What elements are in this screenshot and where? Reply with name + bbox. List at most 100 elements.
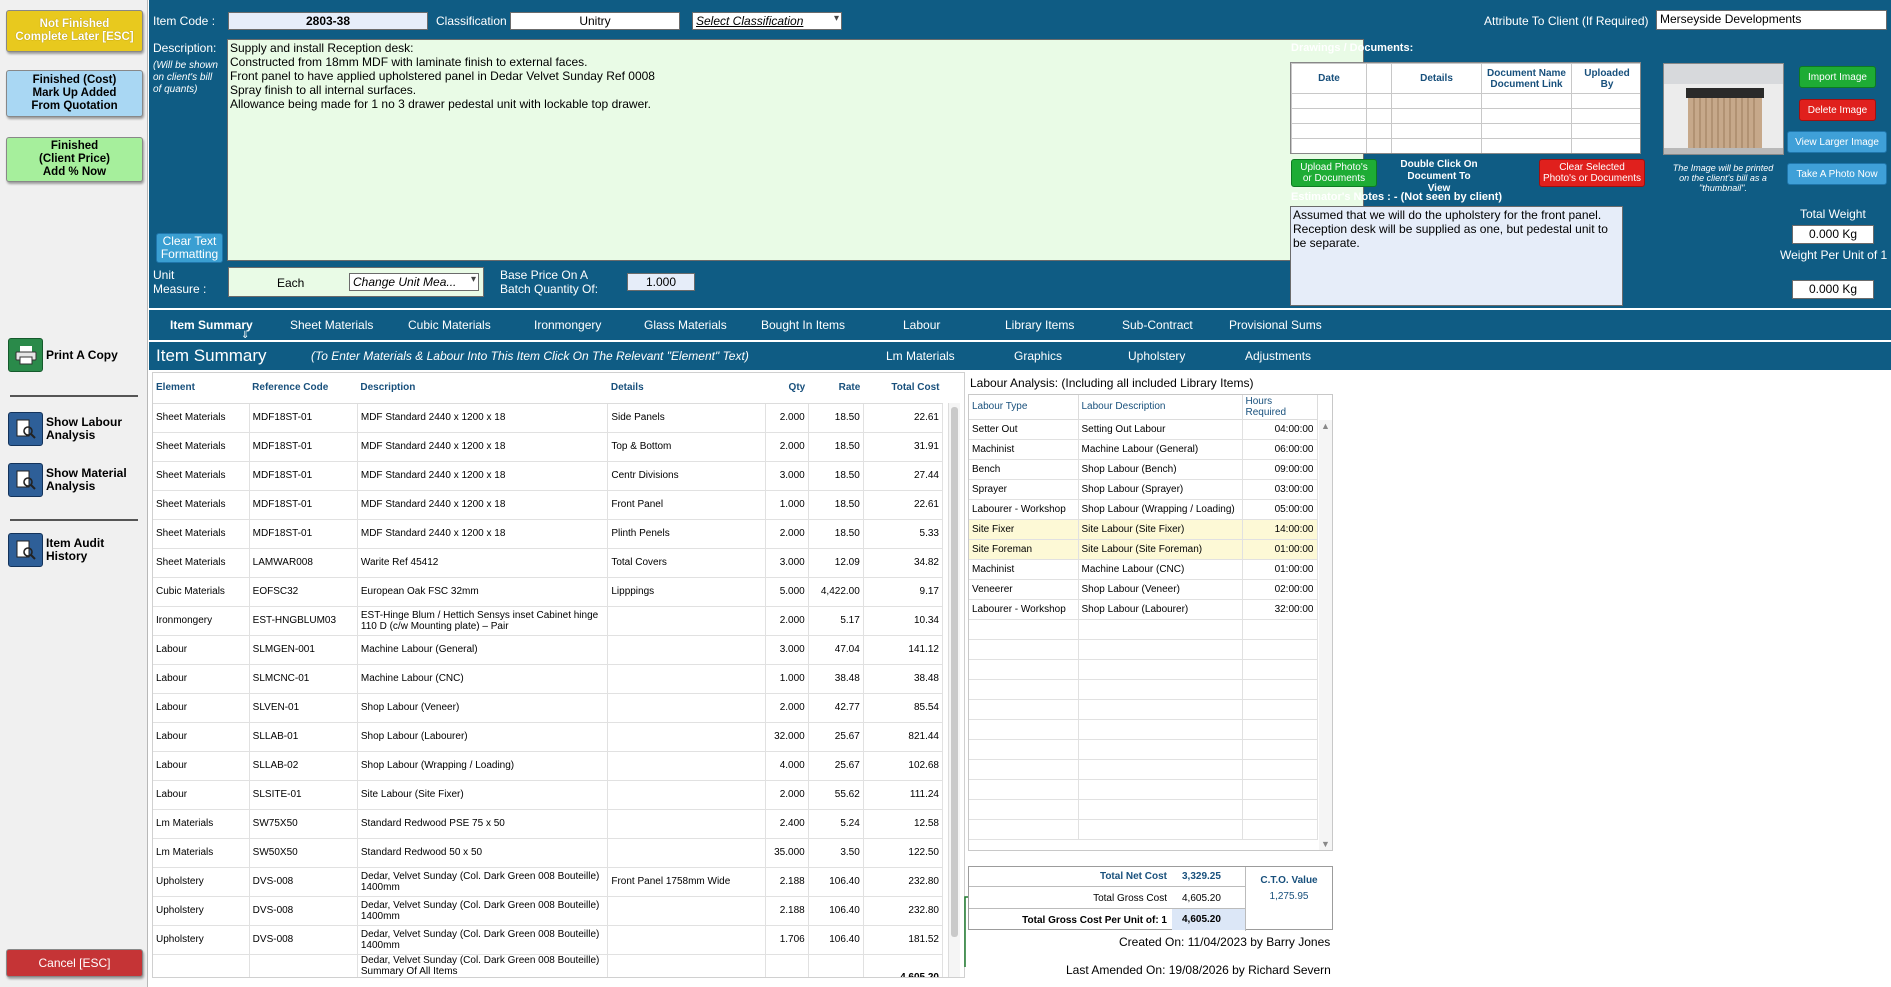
labour-row[interactable]: Veneerer Shop Labour (Veneer) 02:00:00 <box>969 579 1318 600</box>
scroll-up-icon[interactable]: ▲ <box>1321 421 1330 431</box>
summary-row[interactable]: Labour SLVEN-01 Shop Labour (Veneer) 2.000 4… <box>153 693 944 723</box>
cell-element[interactable]: Labour <box>153 693 250 723</box>
summary-row[interactable]: Sheet Materials MDF18ST-01 MDF Standard 24… <box>153 490 944 520</box>
cell-total-cost: 821.44 <box>863 722 944 752</box>
import-image-button[interactable]: Import Image <box>1799 66 1876 88</box>
cell-element[interactable]: Lm Materials <box>153 809 250 839</box>
labour-row[interactable]: Bench Shop Labour (Bench) 09:00:00 <box>969 459 1318 480</box>
labour-row[interactable]: Sprayer Shop Labour (Sprayer) 03:00:00 <box>969 479 1318 500</box>
tab-sheet-materials[interactable]: Sheet Materials <box>290 318 373 332</box>
change-unit-measure-dropdown[interactable]: Change Unit Mea... ▾ <box>349 273 479 291</box>
summary-row[interactable]: Upholstery DVS-008 Dedar, Velvet Sunday (C… <box>153 925 944 955</box>
summary-row[interactable]: Upholstery DVS-008 Dedar, Velvet Sunday (C… <box>153 867 944 897</box>
cell-element[interactable]: Lm Materials <box>153 838 250 868</box>
cell-element[interactable]: Sheet Materials <box>153 461 250 491</box>
print-copy-button[interactable]: Print A Copy <box>8 336 146 374</box>
attribute-to-client-field[interactable]: Merseyside Developments <box>1656 10 1887 30</box>
tab-provisional-sums[interactable]: Provisional Sums <box>1229 318 1322 332</box>
total-weight-field[interactable]: 0.000 Kg <box>1792 225 1874 244</box>
summary-row[interactable]: Labour SLMGEN-001 Machine Labour (General)… <box>153 635 944 665</box>
summary-row[interactable]: Sheet Materials MDF18ST-01 MDF Standard 24… <box>153 519 944 549</box>
cell-element[interactable]: Sheet Materials <box>153 432 250 462</box>
labour-scrollbar[interactable]: ▲ ▼ <box>1319 420 1332 850</box>
tab-lm-materials[interactable]: Lm Materials <box>886 349 955 363</box>
tab-labour[interactable]: Labour <box>903 318 940 332</box>
delete-image-button[interactable]: Delete Image <box>1799 99 1876 121</box>
cancel-button[interactable]: Cancel [ESC] <box>6 949 143 977</box>
summary-row-partial[interactable]: Dedar, Velvet Sunday (Col. Dark Green 00… <box>153 954 944 977</box>
summary-row[interactable]: Labour SLLAB-01 Shop Labour (Labourer) 32.0… <box>153 722 944 752</box>
estimator-notes-textarea[interactable]: Assumed that we will do the upholstery f… <box>1290 206 1623 306</box>
summary-scrollbar[interactable] <box>948 403 960 977</box>
summary-row[interactable]: Sheet Materials LAMWAR008 Warite Ref 45412… <box>153 548 944 578</box>
labour-row[interactable]: Labourer - Workshop Shop Labour (Labourer… <box>969 599 1318 620</box>
cell-reference-code: SLMGEN-001 <box>249 635 358 665</box>
scrollbar-thumb[interactable] <box>951 407 958 937</box>
summary-row[interactable]: Sheet Materials MDF18ST-01 MDF Standard 24… <box>153 403 944 433</box>
scroll-down-icon[interactable]: ▼ <box>1321 839 1330 849</box>
item-summary-table[interactable]: Element Reference Code Description Detai… <box>152 372 965 978</box>
view-larger-image-button[interactable]: View Larger Image <box>1787 131 1887 153</box>
finished-client-price-button[interactable]: Finished (Client Price) Add % Now <box>6 137 143 182</box>
weight-per-unit-field[interactable]: 0.000 Kg <box>1792 280 1874 299</box>
cell-element[interactable]: Labour <box>153 780 250 810</box>
cell-element[interactable]: Labour <box>153 751 250 781</box>
cell-element[interactable]: Labour <box>153 664 250 694</box>
select-classification-dropdown[interactable]: Select Classification ▾ <box>692 12 842 30</box>
labour-row[interactable]: Machinist Machine Labour (CNC) 01:00:00 <box>969 559 1318 580</box>
tab-glass-materials[interactable]: Glass Materials <box>644 318 727 332</box>
cell-element[interactable]: Sheet Materials <box>153 548 250 578</box>
summary-row[interactable]: Labour SLMCNC-01 Machine Labour (CNC) 1.000… <box>153 664 944 694</box>
labour-row[interactable]: Machinist Machine Labour (General) 06:00:0… <box>969 439 1318 460</box>
tab-upholstery[interactable]: Upholstery <box>1128 349 1185 363</box>
cell-element[interactable]: Sheet Materials <box>153 403 250 433</box>
upload-documents-button[interactable]: Upload Photo's or Documents <box>1291 159 1377 187</box>
summary-row[interactable]: Ironmongery EST-HNGBLUM03 EST-Hinge Blum /… <box>153 606 944 636</box>
tab-sub-contract[interactable]: Sub-Contract <box>1122 318 1193 332</box>
show-labour-analysis-button[interactable]: Show Labour Analysis <box>8 410 146 448</box>
cell-element[interactable]: Labour <box>153 722 250 752</box>
cell-element[interactable]: Upholstery <box>153 867 250 897</box>
cell-element[interactable]: Cubic Materials <box>153 577 250 607</box>
finished-cost-button[interactable]: Finished (Cost) Mark Up Added From Quota… <box>6 70 143 117</box>
batch-quantity-field[interactable]: 1.000 <box>627 273 695 291</box>
cell-element[interactable]: Sheet Materials <box>153 490 250 520</box>
cell-element[interactable]: Sheet Materials <box>153 519 250 549</box>
clear-text-formatting-button[interactable]: Clear Text Formatting <box>156 233 223 263</box>
summary-row[interactable]: Labour SLSITE-01 Site Labour (Site Fixer) 2… <box>153 780 944 810</box>
summary-row[interactable]: Cubic Materials EOFSC32 European Oak FSC 3… <box>153 577 944 607</box>
documents-table[interactable]: Date Details Document Name Document Link… <box>1290 62 1641 154</box>
cell-element[interactable]: Ironmongery <box>153 606 250 636</box>
tab-graphics[interactable]: Graphics <box>1014 349 1062 363</box>
description-textarea[interactable]: Supply and install Reception desk: Const… <box>227 39 1364 261</box>
tab-adjustments[interactable]: Adjustments <box>1245 349 1311 363</box>
tab-ironmongery[interactable]: Ironmongery <box>534 318 601 332</box>
show-material-analysis-button[interactable]: Show Material Analysis <box>8 461 146 499</box>
clear-selected-documents-button[interactable]: Clear Selected Photo's or Documents <box>1539 159 1645 187</box>
labour-analysis-table[interactable]: Labour Type Labour Description Hours Req… <box>968 394 1333 851</box>
labour-row[interactable]: Labourer - Workshop Shop Labour (Wrapping… <box>969 499 1318 520</box>
labour-row[interactable]: Setter Out Setting Out Labour 04:00:00 <box>969 419 1318 440</box>
summary-row[interactable]: Lm Materials SW75X50 Standard Redwood PSE … <box>153 809 944 839</box>
summary-row[interactable]: Upholstery DVS-008 Dedar, Velvet Sunday (C… <box>153 896 944 926</box>
summary-row[interactable]: Sheet Materials MDF18ST-01 MDF Standard 24… <box>153 432 944 462</box>
cell-element[interactable]: Upholstery <box>153 896 250 926</box>
summary-row[interactable]: Sheet Materials MDF18ST-01 MDF Standard 24… <box>153 461 944 491</box>
cell-description: MDF Standard 2440 x 1200 x 18 <box>357 490 609 520</box>
tab-cubic-materials[interactable]: Cubic Materials <box>408 318 491 332</box>
not-finished-button[interactable]: Not Finished Complete Later [ESC] <box>6 10 143 52</box>
summary-row[interactable]: Labour SLLAB-02 Shop Labour (Wrapping / Lo… <box>153 751 944 781</box>
cell-details <box>607 838 766 868</box>
item-code-field[interactable]: 2803-38 <box>228 12 428 30</box>
item-audit-history-button[interactable]: Item Audit History <box>8 531 146 569</box>
cell-element[interactable]: Upholstery <box>153 925 250 955</box>
labour-row[interactable]: Site Fixer Site Labour (Site Fixer) 14:00:… <box>969 519 1318 540</box>
tab-bought-in-items[interactable]: Bought In Items <box>761 318 845 332</box>
cell-labour-type: Machinist <box>969 439 1079 460</box>
classification-field[interactable]: Unitry <box>510 12 680 30</box>
summary-row[interactable]: Lm Materials SW50X50 Standard Redwood 50 x… <box>153 838 944 868</box>
take-photo-button[interactable]: Take A Photo Now <box>1787 163 1887 185</box>
cell-element[interactable]: Labour <box>153 635 250 665</box>
labour-row[interactable]: Site Foreman Site Labour (Site Foreman) 01… <box>969 539 1318 560</box>
tab-library-items[interactable]: Library Items <box>1005 318 1074 332</box>
